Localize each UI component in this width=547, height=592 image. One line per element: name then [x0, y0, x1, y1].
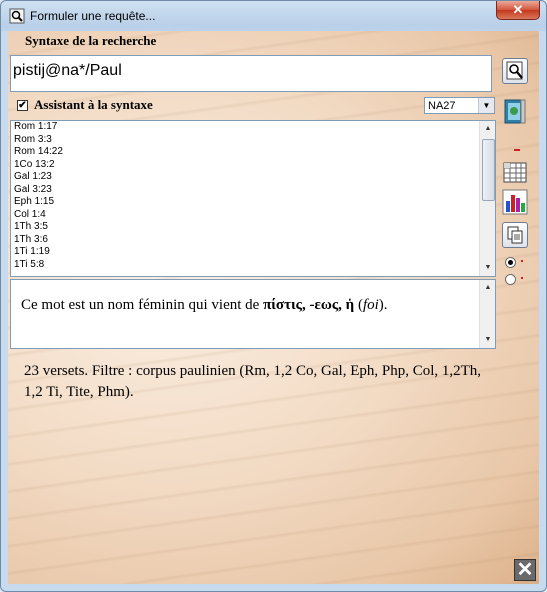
dialog-body: Syntaxe de la recherche pistij@na*/Paul … [8, 31, 539, 584]
reference-item[interactable]: Gal 3:23 [11, 184, 495, 197]
gospel-book-icon [504, 99, 526, 124]
reference-item[interactable]: Gal 1:23 [11, 171, 495, 184]
window-title: Formuler une requête... [30, 9, 156, 23]
reference-item[interactable]: Rom 14:22 [11, 146, 495, 159]
chevron-down-icon[interactable]: ▼ [478, 98, 494, 113]
word-description-panel: Ce mot est un nom féminin qui vient de π… [10, 279, 496, 349]
scroll-up-icon[interactable]: ▲ [482, 281, 494, 295]
query-dialog: Formuler une requête... ✕ Syntaxe de la … [0, 0, 547, 592]
scroll-down-icon[interactable]: ▼ [482, 261, 494, 275]
red-dot-icon [521, 260, 523, 262]
query-input[interactable]: pistij@na*/Paul [10, 55, 492, 92]
edition-select[interactable]: NA27 ▼ [424, 97, 495, 114]
reference-item[interactable]: Rom 1:17 [11, 121, 495, 134]
red-dash-icon [514, 149, 520, 151]
assistant-checkbox[interactable]: ✔ [17, 100, 28, 111]
copy-button[interactable] [502, 222, 528, 248]
description-scrollbar[interactable]: ▲ ▼ [479, 280, 495, 348]
red-dot-icon [521, 277, 523, 279]
run-search-button[interactable] [502, 58, 528, 84]
result-summary: 23 versets. Filtre : corpus paulinien (R… [24, 363, 482, 400]
table-view-button[interactable] [502, 159, 528, 185]
grid-table-icon [503, 162, 527, 183]
reference-item[interactable]: 1Th 3:6 [11, 234, 495, 247]
search-icon [506, 61, 523, 80]
syntax-label: Syntaxe de la recherche [25, 33, 157, 48]
bar-chart-icon [502, 189, 528, 215]
reference-item[interactable]: 1Th 3:5 [11, 221, 495, 234]
radio-option-1[interactable] [505, 257, 516, 268]
reference-list-scrollbar[interactable]: ▲ ▼ [479, 121, 495, 276]
reference-item[interactable]: Eph 1:15 [11, 196, 495, 209]
reference-list[interactable]: Rom 1:17 Rom 3:3 Rom 14:22 1Co 13:2 Gal 1:23… [10, 120, 496, 277]
reference-item[interactable]: 1Co 13:2 [11, 159, 495, 172]
scroll-up-icon[interactable]: ▲ [482, 122, 494, 136]
lemma: πίστις, -εως, ἡ [263, 297, 355, 313]
reference-item[interactable]: Rom 3:3 [11, 134, 495, 147]
title-bar[interactable]: Formuler une requête... ✕ [1, 1, 546, 31]
search-icon [9, 8, 25, 24]
reference-item[interactable]: Col 1:4 [11, 209, 495, 222]
radio-option-2[interactable] [505, 274, 516, 285]
reference-item[interactable]: 1Ti 5:8 [11, 259, 495, 272]
gloss: foi [362, 297, 379, 313]
scroll-thumb[interactable] [482, 139, 495, 201]
statistics-button[interactable] [502, 189, 528, 215]
word-description: Ce mot est un nom féminin qui vient de π… [21, 297, 388, 313]
edition-value: NA27 [428, 100, 456, 112]
copy-icon [507, 226, 523, 244]
assistant-toggle[interactable]: ✔ Assistant à la syntaxe [17, 97, 153, 113]
scroll-down-icon[interactable]: ▼ [482, 333, 494, 347]
assistant-label: Assistant à la syntaxe [34, 97, 153, 112]
bible-book-button[interactable] [502, 97, 528, 124]
window-close-button[interactable]: ✕ [496, 1, 540, 20]
reference-item[interactable]: 1Ti 1:19 [11, 246, 495, 259]
close-icon[interactable]: ✕ [514, 559, 536, 581]
